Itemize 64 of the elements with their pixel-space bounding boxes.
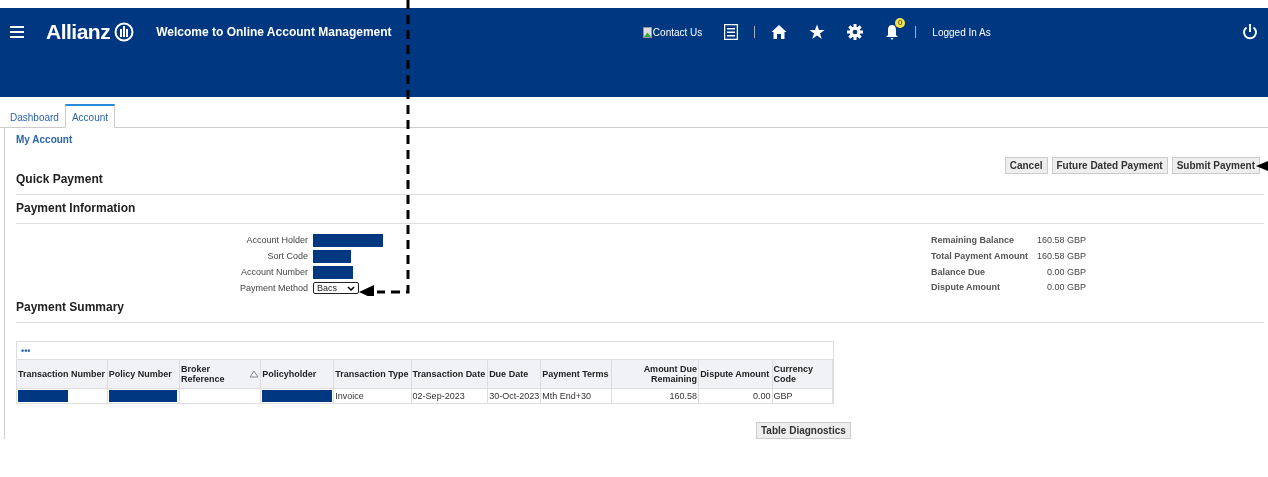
settings-icon[interactable] (847, 24, 864, 40)
column-header[interactable]: Transaction Type (333, 360, 412, 389)
page-title: Welcome to Online Account Management (156, 25, 392, 39)
total-value: 0.00 GBP (1045, 265, 1086, 279)
table-cell: GBP (773, 391, 793, 401)
arrowhead-icon (1256, 161, 1268, 171)
redaction-block (313, 250, 351, 263)
redaction-block (313, 266, 353, 279)
column-header[interactable]: Policyholder (260, 360, 334, 389)
field-label: Payment Method (238, 282, 308, 294)
table-cell: Mth End+30 (542, 391, 591, 401)
total-label: Remaining Balance (930, 234, 1015, 247)
action-button[interactable]: Submit Payment (1171, 157, 1260, 174)
list-icon[interactable] (724, 24, 739, 40)
sort-ascending-icon[interactable] (249, 370, 260, 378)
section-heading: Payment Information (16, 195, 1264, 224)
column-header[interactable]: Transaction Date (411, 360, 488, 389)
table-cell: 0.00 (753, 391, 771, 401)
total-value: 0.00 GBP (1045, 281, 1086, 294)
column-header[interactable]: Transaction Number (17, 360, 108, 389)
table-cell: 02-Sep-2023 (412, 391, 465, 401)
notification-badge: 0 (895, 18, 906, 28)
more-options-button[interactable]: ••• (21, 345, 31, 356)
section-heading: Payment Summary (16, 294, 1264, 323)
total-label: Total Payment Amount (930, 249, 1029, 263)
tab[interactable]: Account (64, 104, 116, 128)
field-label: Account Number (239, 266, 308, 279)
chevron-down-icon (347, 285, 355, 291)
logged-in-label: Logged In As (932, 26, 991, 38)
star-icon[interactable] (809, 24, 826, 40)
total-label: Balance Due (930, 265, 986, 279)
action-button[interactable]: Future Dated Payment (1051, 157, 1168, 174)
contact-link[interactable]: Contact Us (642, 26, 703, 38)
table-cell: 160.58 (669, 391, 698, 401)
broken-image-icon (642, 26, 652, 38)
home-icon[interactable] (771, 24, 788, 40)
notification-bell-icon[interactable] (885, 24, 900, 40)
redaction-block (313, 234, 383, 247)
column-header[interactable]: Due Date (487, 360, 541, 389)
power-icon[interactable] (1242, 24, 1258, 40)
table-cell: Invoice (335, 391, 364, 401)
brand-logo-text: Allianz (46, 20, 111, 44)
logo-icon (114, 22, 135, 42)
total-value: 160.58 GBP (1036, 249, 1086, 263)
breadcrumb-link[interactable]: My Account (16, 134, 73, 145)
redaction-block (18, 390, 68, 402)
total-value: 160.58 GBP (1036, 234, 1086, 247)
field-label: Account Holder (245, 234, 308, 247)
column-header[interactable]: Currency Code (772, 360, 833, 389)
redaction-block (108, 390, 177, 402)
action-button[interactable]: Cancel (1004, 157, 1048, 174)
column-header[interactable]: Policy Number (107, 360, 180, 389)
menu-icon[interactable] (10, 26, 24, 38)
column-header[interactable]: Amount Due Remaining (611, 360, 699, 389)
total-label: Dispute Amount (930, 281, 1002, 294)
table-diagnostics-button[interactable]: Table Diagnostics (756, 422, 851, 439)
column-header[interactable]: Broker Reference (179, 360, 261, 389)
field-label: Sort Code (266, 250, 308, 263)
column-header[interactable]: Payment Terms (540, 360, 612, 389)
payment-method-dropdown[interactable]: Bacs (313, 282, 359, 294)
redaction-block (262, 390, 333, 402)
tab[interactable]: Dashboard (5, 112, 65, 127)
column-header[interactable]: Dispute Amount (698, 360, 773, 389)
table-cell: 30-Oct-2023 (489, 391, 540, 401)
